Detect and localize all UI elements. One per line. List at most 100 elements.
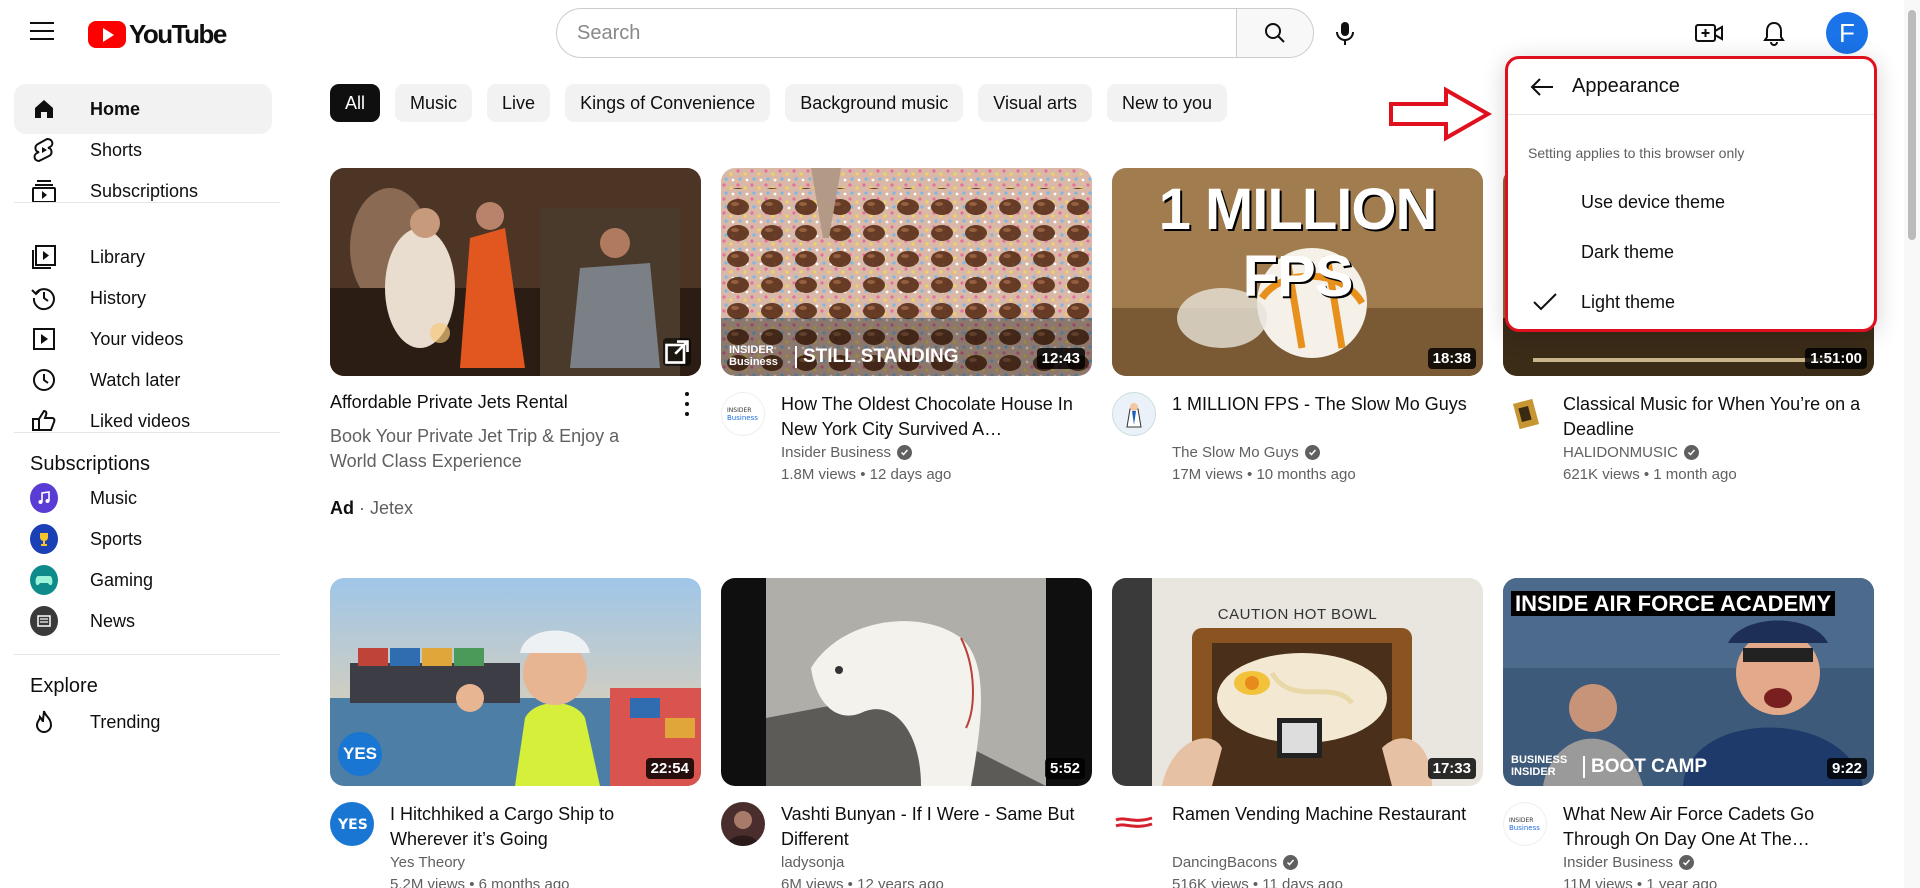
- sidebar-item-label: Liked videos: [90, 410, 191, 431]
- video-title[interactable]: Ramen Vending Machine Restaurant: [1172, 802, 1472, 827]
- avatar[interactable]: F: [1826, 12, 1868, 54]
- sidebar-item-liked-videos[interactable]: Liked videos: [14, 396, 272, 446]
- chip-visual-arts[interactable]: Visual arts: [978, 84, 1092, 122]
- video-title[interactable]: 1 MILLION FPS - The Slow Mo Guys: [1172, 392, 1472, 417]
- video-title[interactable]: How The Oldest Chocolate House In New Yo…: [781, 392, 1081, 442]
- channel-name[interactable]: ladysonja: [781, 854, 844, 871]
- youtube-play-icon: [88, 21, 126, 48]
- channel-name[interactable]: Insider Business: [1563, 854, 1695, 871]
- ad-thumbnail-image: [330, 168, 701, 376]
- channel-avatar[interactable]: [1503, 392, 1547, 436]
- slow-mo-guys-logo-icon: [1126, 403, 1142, 428]
- chip-live[interactable]: Live: [487, 84, 551, 122]
- your-videos-icon: [30, 325, 58, 353]
- video-stats: 17M views • 10 months ago: [1172, 466, 1356, 483]
- page-scrollbar[interactable]: [1904, 0, 1920, 888]
- video-thumbnail[interactable]: 5:52: [721, 578, 1092, 786]
- video-card[interactable]: INSIDER Business STILL STANDING 12:43 IN…: [721, 168, 1092, 506]
- thumbnail-caption: YES: [338, 732, 382, 776]
- insider-business-logo-icon: INSIDERBusiness: [1509, 817, 1540, 832]
- ad-card[interactable]: Affordable Private Jets Rental Book Your…: [330, 168, 701, 518]
- chip-kings-of-convenience[interactable]: Kings of Convenience: [565, 84, 771, 122]
- sidebar-divider: [14, 654, 280, 655]
- channel-name-text: HALIDONMUSIC: [1563, 444, 1679, 461]
- channel-avatar[interactable]: INSIDER Business: [721, 392, 765, 436]
- theme-option-light[interactable]: Light theme: [1508, 277, 1874, 327]
- sidebar-item-trending[interactable]: Trending: [14, 697, 272, 747]
- video-stats: 621K views • 1 month ago: [1563, 466, 1737, 483]
- channel-avatar[interactable]: [1112, 802, 1156, 846]
- verified-icon: [1679, 855, 1695, 870]
- theme-option-device[interactable]: Use device theme: [1508, 177, 1874, 227]
- video-title[interactable]: Vashti Bunyan - If I Were - Same But Dif…: [781, 802, 1081, 852]
- chip-all[interactable]: All: [330, 84, 381, 122]
- video-title[interactable]: Classical Music for When You’re on a Dea…: [1563, 392, 1863, 442]
- open-external-icon[interactable]: [663, 338, 691, 366]
- search-input[interactable]: [556, 8, 1236, 58]
- video-stats: 11M views • 1 year ago: [1563, 876, 1718, 888]
- sidebar-item-subscriptions[interactable]: Subscriptions: [14, 166, 272, 216]
- sidebar-item-label: Shorts: [90, 139, 143, 160]
- sidebar-item-news[interactable]: News: [14, 596, 272, 646]
- ad-advertiser: Jetex: [370, 498, 414, 518]
- create-button[interactable]: [1692, 16, 1726, 50]
- trending-icon: [30, 708, 58, 736]
- sidebar-item-label: Subscriptions: [90, 180, 199, 201]
- video-meta: YES I Hitchhiked a Cargo Ship to Whereve…: [330, 786, 701, 888]
- theme-option-dark[interactable]: Dark theme: [1508, 227, 1874, 277]
- channel-avatar[interactable]: YES: [330, 802, 374, 846]
- notifications-button[interactable]: [1757, 16, 1791, 50]
- vashti-bunyan-thumbnail-image: [721, 578, 1092, 786]
- voice-search-button[interactable]: [1322, 10, 1368, 56]
- video-thumbnail[interactable]: INSIDE AIR FORCE ACADEMY BUSINESS INSIDE…: [1503, 578, 1874, 786]
- channel-name[interactable]: The Slow Mo Guys: [1172, 444, 1320, 461]
- video-title[interactable]: I Hitchhiked a Cargo Ship to Wherever it…: [390, 802, 690, 852]
- channel-avatar[interactable]: [721, 802, 765, 846]
- video-thumbnail[interactable]: YES 22:54: [330, 578, 701, 786]
- video-duration: 1:51:00: [1805, 348, 1867, 369]
- back-arrow-icon[interactable]: [1528, 73, 1556, 101]
- video-card[interactable]: 5:52 Vashti Bunyan - If I Were - Same Bu…: [721, 578, 1092, 888]
- youtube-logo[interactable]: YouTube: [88, 19, 227, 50]
- channel-avatar[interactable]: INSIDER Business: [1503, 802, 1547, 846]
- ad-meta: Affordable Private Jets Rental Book Your…: [330, 376, 701, 518]
- news-icon: [30, 606, 58, 636]
- search-button[interactable]: [1236, 8, 1314, 58]
- svg-text:INSIDER: INSIDER: [727, 407, 751, 414]
- video-card[interactable]: CAUTION HOT BOWL 17:33 Ramen Vending Mac…: [1112, 578, 1483, 888]
- chip-music[interactable]: Music: [395, 84, 473, 122]
- logo-text: YouTube: [129, 19, 227, 49]
- video-card[interactable]: YES 22:54 YES I Hitchhiked a Cargo Ship …: [330, 578, 701, 888]
- menu-icon[interactable]: [30, 22, 54, 40]
- channel-name[interactable]: Yes Theory: [390, 854, 465, 871]
- video-meta: INSIDER Business What New Air Force Cadet…: [1503, 786, 1874, 888]
- video-thumbnail[interactable]: INSIDER Business STILL STANDING 12:43: [721, 168, 1092, 376]
- cargo-ship-thumbnail-image: [330, 578, 701, 786]
- thumbnail-brand: INSIDER Business: [729, 344, 778, 368]
- sidebar-item-label: Your videos: [90, 328, 184, 349]
- channel-avatar[interactable]: [1112, 392, 1156, 436]
- search-bar: [556, 8, 1314, 58]
- video-title[interactable]: What New Air Force Cadets Go Through On …: [1563, 802, 1863, 852]
- ad-description: Book Your Private Jet Trip & Enjoy a Wor…: [330, 426, 620, 471]
- channel-name[interactable]: DancingBacons: [1172, 854, 1299, 871]
- video-meta: Classical Music for When You’re on a Dea…: [1503, 376, 1874, 506]
- video-meta: Vashti Bunyan - If I Were - Same But Dif…: [721, 786, 1092, 888]
- channel-name-text: Yes Theory: [390, 854, 466, 871]
- video-thumbnail[interactable]: CAUTION HOT BOWL 17:33: [1112, 578, 1483, 786]
- channel-name[interactable]: HALIDONMUSIC: [1563, 444, 1700, 461]
- scrollbar-thumb[interactable]: [1908, 10, 1916, 240]
- insider-business-logo-icon: INSIDERBusiness: [727, 407, 758, 422]
- video-card[interactable]: INSIDE AIR FORCE ACADEMY BUSINESS INSIDE…: [1503, 578, 1874, 888]
- ad-thumbnail[interactable]: [330, 168, 701, 376]
- chip-new-to-you[interactable]: New to you: [1106, 84, 1228, 122]
- shorts-icon: [30, 136, 58, 164]
- channel-name[interactable]: Insider Business: [781, 444, 913, 461]
- appearance-menu-note: Setting applies to this browser only: [1528, 145, 1745, 161]
- more-options-icon[interactable]: [677, 392, 697, 416]
- chip-background-music[interactable]: Background music: [785, 84, 964, 122]
- sidebar-item-label: News: [90, 610, 136, 631]
- video-thumbnail[interactable]: 1 MILLION FPS 18:38: [1112, 168, 1483, 376]
- video-card[interactable]: 1 MILLION FPS 18:38 1 MILLION FPS - The …: [1112, 168, 1483, 506]
- ad-title[interactable]: Affordable Private Jets Rental: [330, 392, 660, 413]
